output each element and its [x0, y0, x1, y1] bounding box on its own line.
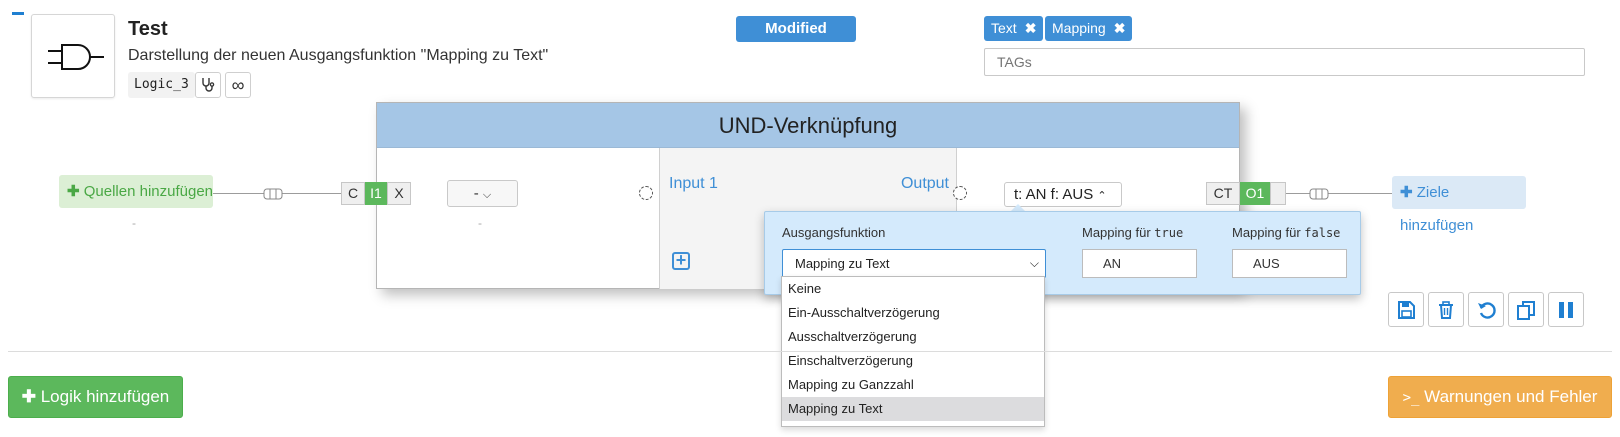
input-port[interactable] — [639, 186, 653, 200]
option-mapping-zu-ganzzahl[interactable]: Mapping zu Ganzzahl — [782, 373, 1044, 397]
status-badge: Modified — [736, 16, 856, 42]
save-icon — [1398, 300, 1415, 319]
tag-label: Text — [991, 20, 1017, 36]
add-sources-label: Quellen hinzufügen — [83, 183, 214, 200]
delete-button[interactable] — [1428, 292, 1464, 327]
output-function-select[interactable]: Mapping zu Text ⌵ — [782, 249, 1046, 278]
option-mapping-zu-text[interactable]: Mapping zu Text — [782, 397, 1044, 421]
option-keine[interactable]: Keine — [782, 277, 1044, 301]
input-caption: - — [478, 216, 482, 230]
stethoscope-icon — [202, 78, 215, 92]
infinity-icon: ∞ — [231, 75, 245, 95]
option-ausschaltverzoegerung[interactable]: Ausschaltverzögerung — [782, 325, 1044, 349]
target-line — [1286, 193, 1392, 194]
mapping-false-code: false — [1304, 226, 1341, 240]
connector-plug-icon — [1309, 188, 1329, 200]
pause-icon — [1559, 301, 1573, 318]
add-sources-button[interactable]: ✚ Quellen hinzufügen — [59, 175, 213, 208]
input-segment-x[interactable]: X — [387, 182, 411, 205]
input-function-value: - — [473, 185, 479, 202]
tag-mapping: Mapping ✖ — [1045, 16, 1133, 41]
input-function-dropdown[interactable]: - ⌵ — [447, 180, 518, 207]
output-function-selected: Mapping zu Text — [795, 256, 890, 271]
input-segment-c[interactable]: C — [341, 182, 365, 205]
targets-placeholder: - — [1456, 216, 1460, 230]
undo-icon — [1478, 301, 1496, 319]
undo-button[interactable] — [1468, 292, 1504, 327]
add-logic-label: Logik hinzufügen — [40, 387, 170, 406]
mapping-true-text: Mapping für — [1082, 225, 1151, 240]
pause-button[interactable] — [1548, 292, 1584, 327]
mapping-true-code: true — [1154, 226, 1184, 240]
option-einschaltverzoegerung[interactable]: Einschaltverzögerung — [782, 349, 1044, 373]
warnings-button[interactable]: >_ Warnungen und Fehler — [1388, 376, 1612, 418]
output-segment-empty[interactable] — [1270, 182, 1286, 205]
plus-icon: ✚ — [21, 387, 36, 406]
output-segment-o1[interactable]: O1 — [1240, 182, 1270, 205]
block-output-label: Output — [900, 175, 949, 192]
tags-input[interactable] — [984, 48, 1585, 76]
copy-button[interactable] — [1508, 292, 1544, 327]
plus-icon: ✚ — [1400, 184, 1413, 201]
terminal-icon: >_ — [1402, 390, 1420, 406]
warnings-label: Warnungen und Fehler — [1424, 387, 1598, 406]
tag-remove-icon[interactable]: ✖ — [1114, 16, 1126, 41]
infinite-button[interactable]: ∞ — [225, 72, 251, 98]
output-port[interactable] — [953, 186, 967, 200]
block-title: UND-Verknüpfung — [377, 103, 1239, 148]
debug-button[interactable] — [195, 72, 221, 98]
chevron-down-icon: ⌵ — [482, 189, 492, 201]
mapping-false-label: Mapping für false — [1232, 225, 1340, 240]
sources-placeholder: - — [132, 216, 136, 230]
add-targets-button[interactable]: ✚ Ziele hinzufügen — [1392, 176, 1526, 234]
mapping-true-input[interactable]: AN — [1082, 249, 1197, 278]
logic-id-badge: Logic_3 — [128, 72, 195, 98]
divider — [8, 351, 1612, 352]
logic-thumbnail — [31, 14, 115, 98]
copy-icon — [1517, 300, 1535, 320]
chevron-up-icon: ⌃ — [1097, 190, 1107, 202]
block-input-label: Input 1 — [669, 175, 718, 192]
input-segment-i1[interactable]: I1 — [365, 182, 387, 205]
connector-plug-icon — [263, 188, 283, 200]
logic-description: Darstellung der neuen Ausgangsfunktion "… — [128, 47, 549, 64]
tag-text: Text ✖ — [984, 16, 1044, 41]
logic-title: Test — [128, 18, 168, 40]
save-button[interactable] — [1388, 292, 1424, 327]
mapping-false-text: Mapping für — [1232, 225, 1301, 240]
output-function-label: Ausgangsfunktion — [782, 225, 886, 240]
add-input-button[interactable]: + — [672, 251, 690, 270]
plus-icon: ✚ — [67, 183, 80, 200]
mapping-false-input[interactable]: AUS — [1232, 249, 1347, 278]
add-logic-button[interactable]: ✚ Logik hinzufügen — [8, 376, 183, 418]
tag-label: Mapping — [1052, 20, 1106, 36]
trash-icon — [1439, 300, 1453, 319]
output-segment-ct[interactable]: CT — [1206, 182, 1240, 205]
mapping-true-label: Mapping für true — [1082, 225, 1183, 240]
and-gate-icon — [48, 44, 104, 70]
chevron-down-icon: ⌵ — [1029, 256, 1039, 270]
collapse-button[interactable] — [12, 12, 24, 15]
tag-remove-icon[interactable]: ✖ — [1025, 16, 1037, 41]
option-ein-ausschaltverzoegerung[interactable]: Ein-Ausschaltverzögerung — [782, 301, 1044, 325]
output-function-label: t: AN f: AUS — [1014, 186, 1094, 203]
